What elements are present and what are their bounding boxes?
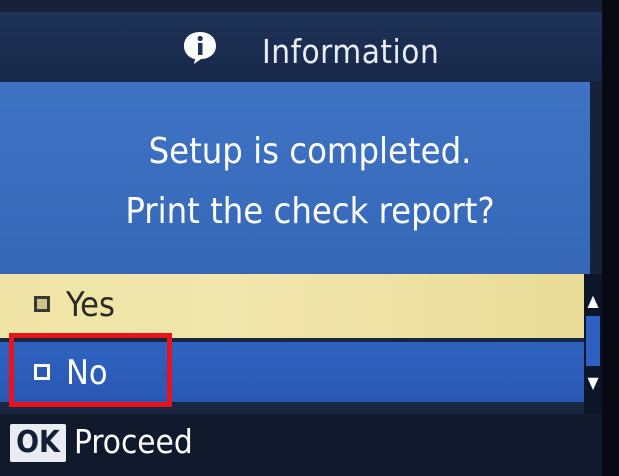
message-line-2: Print the check report? bbox=[125, 191, 495, 232]
scroll-thumb[interactable] bbox=[586, 316, 600, 366]
selection-highlight-box bbox=[9, 333, 172, 407]
message-line-1: Setup is completed. bbox=[148, 131, 472, 172]
footer-bar: OK Proceed bbox=[0, 414, 602, 476]
screen-bezel bbox=[602, 0, 619, 476]
page-title: Information bbox=[262, 32, 440, 71]
option-yes[interactable]: Yes bbox=[0, 274, 584, 338]
scroll-up-arrow-icon[interactable]: ▲ bbox=[584, 292, 602, 310]
scroll-down-arrow-icon[interactable]: ▼ bbox=[584, 374, 602, 392]
ok-button-badge[interactable]: OK bbox=[10, 424, 66, 462]
info-icon bbox=[184, 32, 216, 64]
option-yes-label: Yes bbox=[66, 285, 115, 325]
message-panel: Setup is completed. Print the check repo… bbox=[0, 82, 590, 274]
bullet-icon bbox=[34, 296, 50, 312]
proceed-label: Proceed bbox=[74, 422, 193, 461]
title-bar: Information bbox=[0, 12, 602, 82]
printer-lcd-screen: Information Setup is completed. Print th… bbox=[0, 0, 619, 476]
scrollbar[interactable]: ▲ ▼ bbox=[584, 274, 602, 414]
